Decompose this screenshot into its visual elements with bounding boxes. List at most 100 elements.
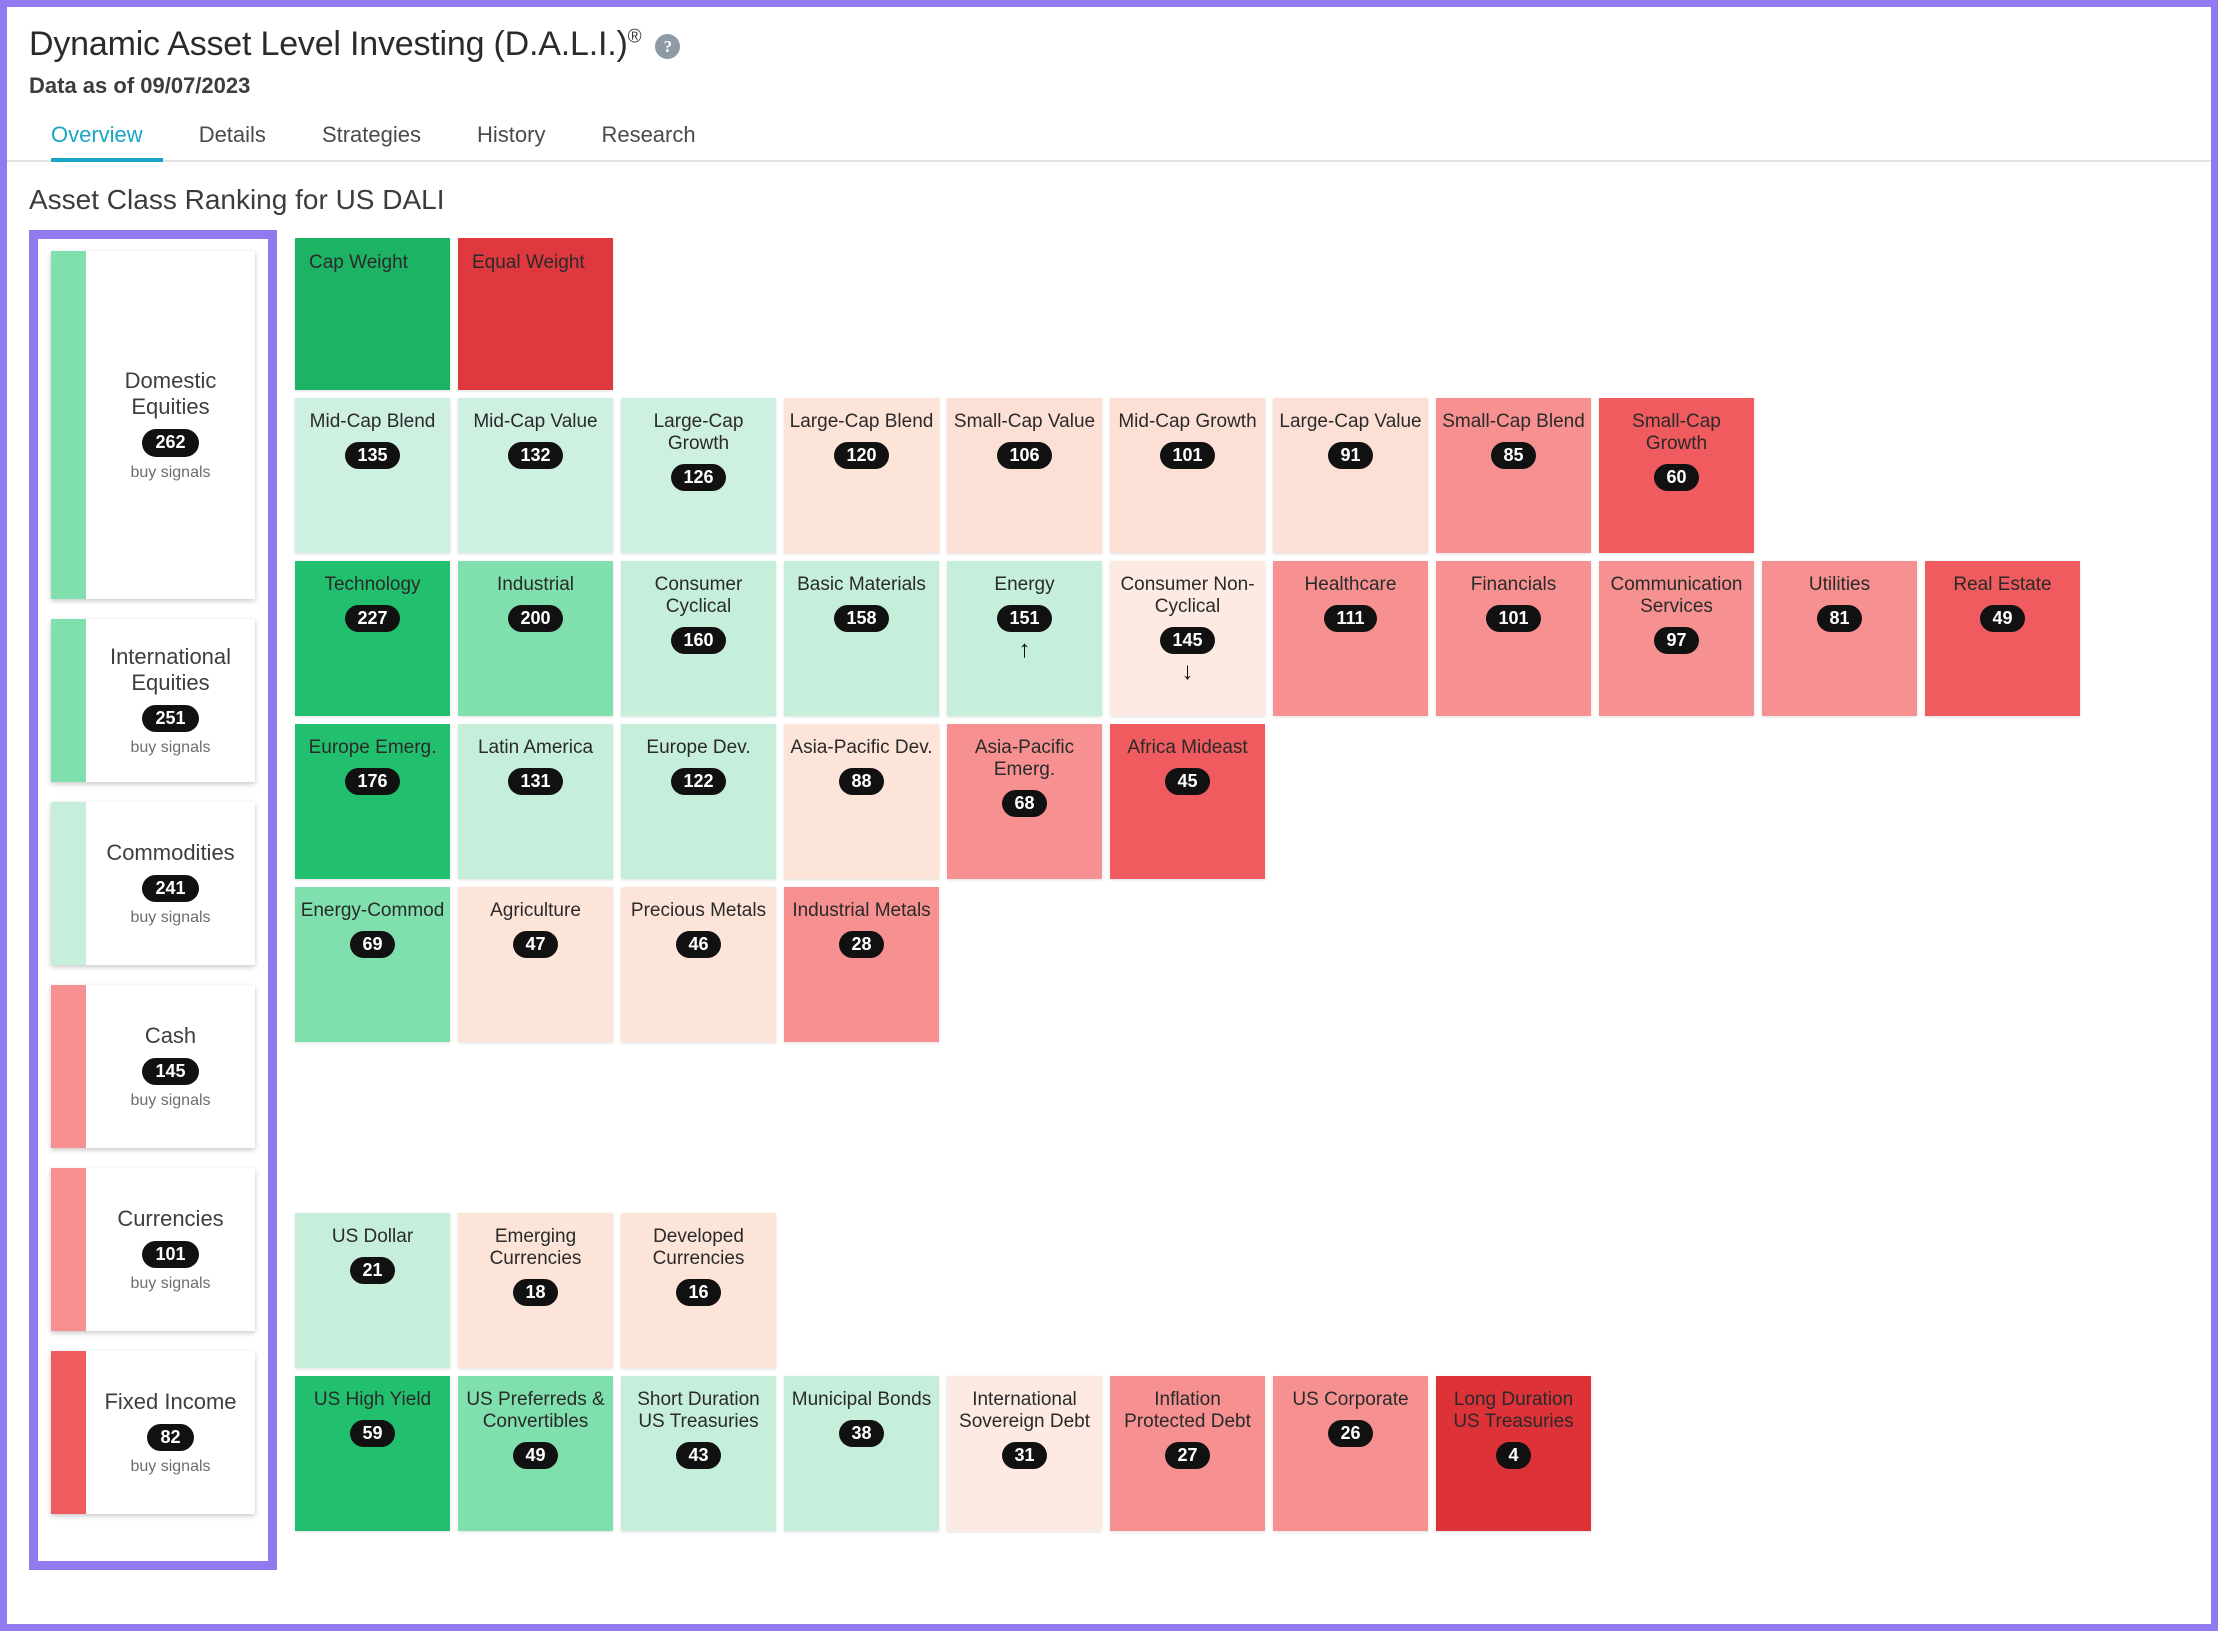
ranking-tile[interactable]: Large-Cap Blend 120 <box>784 398 939 553</box>
help-icon[interactable]: ? <box>655 34 681 59</box>
ranking-tile-label: Precious Metals <box>630 900 767 921</box>
ranking-tile[interactable]: International Sovereign Debt 31 <box>947 1376 1102 1531</box>
ranking-tile-badge: 160 <box>671 627 726 654</box>
empty-row-spacer <box>295 1050 450 1205</box>
ranking-tile-badge: 4 <box>1496 1442 1531 1469</box>
ranking-tile-label: Developed Currencies <box>652 1226 745 1270</box>
ranking-tile[interactable]: Real Estate 49 <box>1925 561 2080 716</box>
ranking-tile[interactable]: Long Duration US Treasuries 4 <box>1436 1376 1591 1531</box>
ranking-tile[interactable]: Municipal Bonds 38 <box>784 1376 939 1531</box>
ranking-tile[interactable]: US Corporate 26 <box>1273 1376 1428 1531</box>
ranking-tile[interactable]: Asia-Pacific Emerg. 68 <box>947 724 1102 879</box>
tab-details[interactable]: Details <box>171 116 294 160</box>
ranking-tile-label: Utilities <box>1808 574 1871 595</box>
ranking-tile[interactable]: Energy 151 ↑ <box>947 561 1102 716</box>
ranking-tile-label: Communication Services <box>1610 574 1743 618</box>
asset-class-name: International Equities <box>109 643 232 695</box>
asset-class-card[interactable]: Commodities 241 buy signals <box>51 802 255 965</box>
asset-class-signal-badge: 145 <box>142 1057 199 1086</box>
asset-class-card[interactable]: Currencies 101 buy signals <box>51 1168 255 1331</box>
ranking-tile[interactable]: Communication Services 97 <box>1599 561 1754 716</box>
ranking-tile[interactable]: Emerging Currencies 18 <box>458 1213 613 1368</box>
legend-row: Cap Weight Equal Weight <box>295 238 2080 390</box>
registered-mark: ® <box>627 26 642 48</box>
legend-tile: Cap Weight <box>295 238 450 390</box>
ranking-tile[interactable]: Small-Cap Value 106 <box>947 398 1102 553</box>
ranking-tile-badge: 135 <box>345 442 400 469</box>
ranking-tile[interactable]: US Preferreds & Convertibles 49 <box>458 1376 613 1531</box>
tab-history[interactable]: History <box>449 116 573 160</box>
ranking-tile[interactable]: Technology 227 <box>295 561 450 716</box>
ranking-tile-label: US Preferreds & Convertibles <box>466 1389 605 1433</box>
ranking-tile[interactable]: Basic Materials 158 <box>784 561 939 716</box>
ranking-tile[interactable]: Industrial Metals 28 <box>784 887 939 1042</box>
ranking-tile-badge: 158 <box>834 605 889 632</box>
ranking-tile[interactable]: Large-Cap Growth 126 <box>621 398 776 553</box>
asset-class-body: Commodities 241 buy signals <box>86 802 255 965</box>
tab-research[interactable]: Research <box>573 116 723 160</box>
ranking-tile-label: Municipal Bonds <box>791 1389 932 1410</box>
ranking-tile[interactable]: US Dollar 21 <box>295 1213 450 1368</box>
tab-bar: Overview Details Strategies History Rese… <box>7 116 2211 162</box>
ranking-tile-badge: 101 <box>1160 442 1215 469</box>
asset-class-card[interactable]: Fixed Income 82 buy signals <box>51 1351 255 1514</box>
asset-class-signal-badge: 251 <box>142 704 199 733</box>
asset-class-card[interactable]: Cash 145 buy signals <box>51 985 255 1148</box>
arrow-up-icon: ↑ <box>1018 635 1031 663</box>
ranking-tile-label: Large-Cap Blend <box>789 411 934 432</box>
tab-overview[interactable]: Overview <box>29 116 171 162</box>
ranking-tile-badge: 59 <box>350 1420 395 1447</box>
ranking-tile[interactable]: US High Yield 59 <box>295 1376 450 1531</box>
tile-row-international-equities: Europe Emerg. 176 Latin America 131 Europe D… <box>295 724 2080 879</box>
ranking-tile-label: Technology <box>324 574 421 595</box>
asset-class-card[interactable]: Domestic Equities 262 buy signals <box>51 251 255 599</box>
ranking-tile[interactable]: Africa Mideast 45 <box>1110 724 1265 879</box>
ranking-tile[interactable]: Mid-Cap Growth 101 <box>1110 398 1265 553</box>
asset-class-color-bar <box>51 985 86 1148</box>
ranking-tile-badge: 145 <box>1160 627 1215 654</box>
asset-class-name: Domestic Equities <box>124 368 217 420</box>
asset-class-color-bar <box>51 1168 86 1331</box>
ranking-tile[interactable]: Consumer Cyclical 160 <box>621 561 776 716</box>
ranking-tile[interactable]: Industrial 200 <box>458 561 613 716</box>
ranking-tile[interactable]: Precious Metals 46 <box>621 887 776 1042</box>
ranking-tile[interactable]: Healthcare 111 <box>1273 561 1428 716</box>
ranking-tile[interactable]: Consumer Non-Cyclical 145 ↓ <box>1110 561 1265 716</box>
ranking-tile[interactable]: Mid-Cap Value 132 <box>458 398 613 553</box>
ranking-tile-badge: 69 <box>350 931 395 958</box>
ranking-tile[interactable]: Short Duration US Treasuries 43 <box>621 1376 776 1531</box>
ranking-tile[interactable]: Financials 101 <box>1436 561 1591 716</box>
ranking-tile-badge: 120 <box>834 442 889 469</box>
ranking-tile[interactable]: Agriculture 47 <box>458 887 613 1042</box>
asset-class-signal-badge: 241 <box>142 874 199 903</box>
title-row: Dynamic Asset Level Investing (D.A.L.I.)… <box>29 25 2211 64</box>
ranking-tile-label: US High Yield <box>313 1389 432 1410</box>
ranking-tile-badge: 27 <box>1165 1442 1210 1469</box>
ranking-tile[interactable]: Small-Cap Growth 60 <box>1599 398 1754 553</box>
ranking-tile-badge: 106 <box>997 442 1052 469</box>
ranking-tile-badge: 60 <box>1654 464 1699 491</box>
page-title: Dynamic Asset Level Investing (D.A.L.I.)… <box>29 25 642 64</box>
ranking-tile-label: Energy <box>994 574 1055 595</box>
ranking-tile[interactable]: Inflation Protected Debt 27 <box>1110 1376 1265 1531</box>
ranking-tile[interactable]: Asia-Pacific Dev. 88 <box>784 724 939 879</box>
ranking-tile[interactable]: Developed Currencies 16 <box>621 1213 776 1368</box>
asset-class-name: Cash <box>144 1022 197 1048</box>
ranking-tile[interactable]: Utilities 81 <box>1762 561 1917 716</box>
asset-class-card[interactable]: International Equities 251 buy signals <box>51 619 255 782</box>
ranking-tile[interactable]: Mid-Cap Blend 135 <box>295 398 450 553</box>
ranking-tile-label: Basic Materials <box>797 574 926 595</box>
ranking-tile[interactable]: Energy-Commod 69 <box>295 887 450 1042</box>
tab-strategies[interactable]: Strategies <box>294 116 449 160</box>
ranking-tile[interactable]: Europe Emerg. 176 <box>295 724 450 879</box>
ranking-tile[interactable]: Europe Dev. 122 <box>621 724 776 879</box>
ranking-tile[interactable]: Large-Cap Value 91 <box>1273 398 1428 553</box>
ranking-tile[interactable]: Small-Cap Blend 85 <box>1436 398 1591 553</box>
ranking-tile-label: Mid-Cap Value <box>473 411 598 432</box>
ranking-tile-label: Long Duration US Treasuries <box>1453 1389 1574 1433</box>
ranking-tile-label: Mid-Cap Growth <box>1118 411 1257 432</box>
asset-class-body: Domestic Equities 262 buy signals <box>86 251 255 599</box>
tile-row-domestic-equities-styles-1: Mid-Cap Blend 135 Mid-Cap Value 132 Large-Ca… <box>295 398 2080 553</box>
ranking-tile[interactable]: Latin America 131 <box>458 724 613 879</box>
ranking-tiles: Cap Weight Equal Weight Mid-Cap Blend 135 Mi… <box>295 238 2080 1539</box>
